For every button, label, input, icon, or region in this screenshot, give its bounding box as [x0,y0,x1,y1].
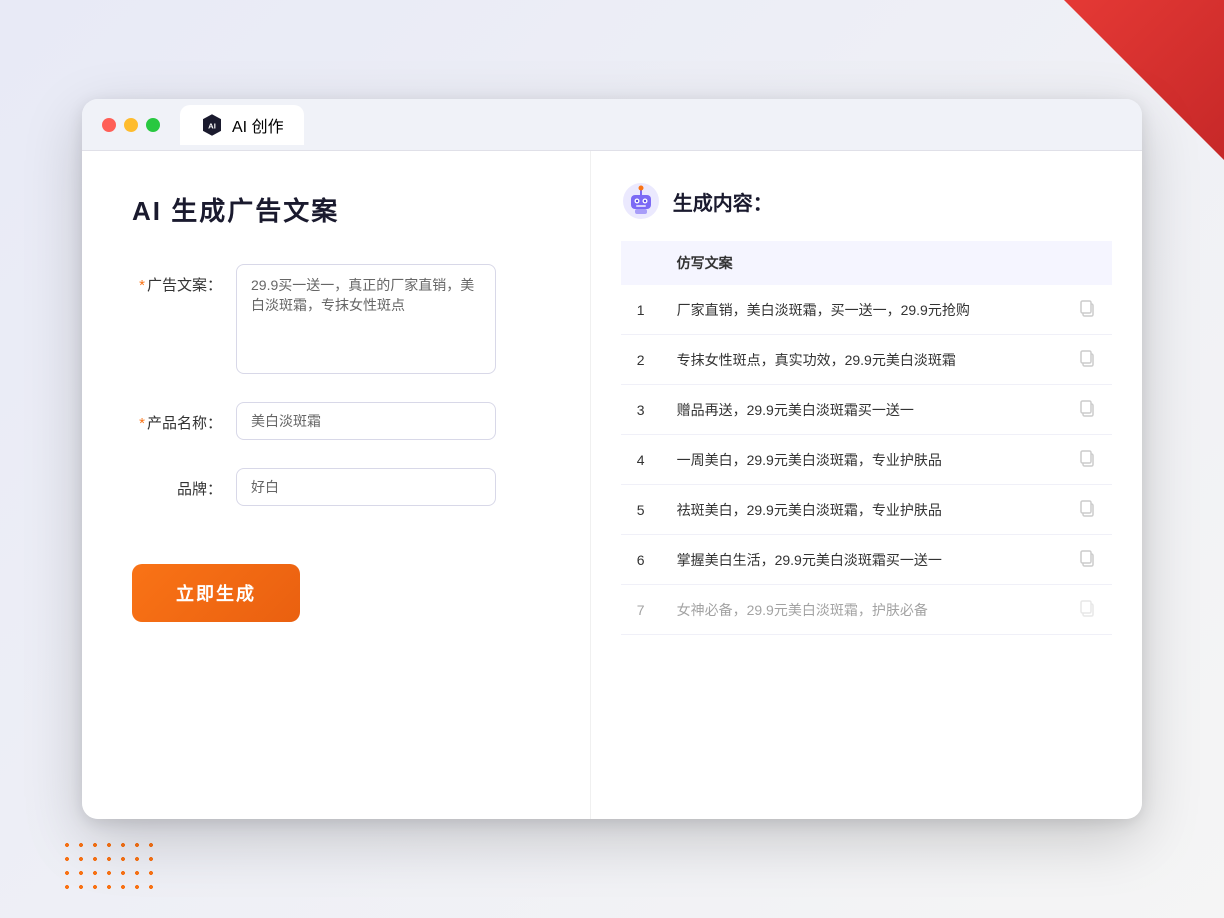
result-title: 生成内容： [673,187,773,216]
row-text: 赠品再送，29.9元美白淡斑霜买一送一 [661,385,1062,435]
ad-copy-required: * [139,277,145,294]
main-content: AI 生成广告文案 *广告文案： 29.9买一送一，真正的厂家直销，美白淡斑霜，… [82,151,1142,819]
traffic-lights [102,118,160,132]
row-number: 3 [621,385,661,435]
browser-window: AI AI 创作 AI 生成广告文案 *广告文案： 29.9买一送一，真正的厂家… [82,99,1142,819]
title-bar: AI AI 创作 [82,99,1142,151]
copy-icon[interactable] [1078,504,1096,520]
col-num [621,241,661,285]
ad-copy-textarea[interactable]: 29.9买一送一，真正的厂家直销，美白淡斑霜，专抹女性斑点 [236,264,496,374]
table-row: 5祛斑美白，29.9元美白淡斑霜，专业护肤品 [621,485,1112,535]
copy-button-cell [1062,285,1112,335]
table-row: 1厂家直销，美白淡斑霜，买一送一，29.9元抢购 [621,285,1112,335]
row-number: 1 [621,285,661,335]
row-number: 7 [621,585,661,635]
result-tbody: 1厂家直销，美白淡斑霜，买一送一，29.9元抢购2专抹女性斑点，真实功效，29.… [621,285,1112,635]
table-row: 2专抹女性斑点，真实功效，29.9元美白淡斑霜 [621,335,1112,385]
result-header: 生成内容： [621,181,1112,221]
robot-icon [621,181,661,221]
product-name-label: *产品名称： [132,402,222,433]
row-number: 6 [621,535,661,585]
brand-input[interactable] [236,468,496,506]
ai-tab[interactable]: AI AI 创作 [180,105,304,145]
col-copy: 仿写文案 [661,241,1062,285]
left-panel: AI 生成广告文案 *广告文案： 29.9买一送一，真正的厂家直销，美白淡斑霜，… [82,151,591,819]
table-row: 4一周美白，29.9元美白淡斑霜，专业护肤品 [621,435,1112,485]
copy-button-cell [1062,485,1112,535]
page-title: AI 生成广告文案 [132,191,540,228]
row-number: 2 [621,335,661,385]
copy-button-cell [1062,435,1112,485]
row-number: 5 [621,485,661,535]
brand-group: 品牌： [132,468,540,506]
decorative-dots [60,838,160,898]
copy-button-cell [1062,585,1112,635]
table-row: 7女神必备，29.9元美白淡斑霜，护肤必备 [621,585,1112,635]
brand-label: 品牌： [132,468,222,499]
copy-icon[interactable] [1078,454,1096,470]
ad-copy-label: *广告文案： [132,264,222,295]
minimize-button[interactable] [124,118,138,132]
row-text: 祛斑美白，29.9元美白淡斑霜，专业护肤品 [661,485,1062,535]
copy-icon[interactable] [1078,554,1096,570]
row-number: 4 [621,435,661,485]
table-row: 6掌握美白生活，29.9元美白淡斑霜买一送一 [621,535,1112,585]
copy-icon[interactable] [1078,404,1096,420]
table-header-row: 仿写文案 [621,241,1112,285]
right-panel: 生成内容： 仿写文案 1厂家直销，美白淡斑霜，买一送一，29.9元抢购2专抹女性… [591,151,1142,819]
product-name-required: * [139,415,145,432]
product-name-group: *产品名称： [132,402,540,440]
copy-icon[interactable] [1078,354,1096,370]
table-row: 3赠品再送，29.9元美白淡斑霜买一送一 [621,385,1112,435]
maximize-button[interactable] [146,118,160,132]
generate-button[interactable]: 立即生成 [132,564,300,622]
row-text: 女神必备，29.9元美白淡斑霜，护肤必备 [661,585,1062,635]
svg-text:AI: AI [208,121,216,130]
close-button[interactable] [102,118,116,132]
row-text: 一周美白，29.9元美白淡斑霜，专业护肤品 [661,435,1062,485]
result-table: 仿写文案 1厂家直销，美白淡斑霜，买一送一，29.9元抢购2专抹女性斑点，真实功… [621,241,1112,635]
col-action [1062,241,1112,285]
product-name-input[interactable] [236,402,496,440]
copy-icon[interactable] [1078,304,1096,320]
copy-button-cell [1062,335,1112,385]
row-text: 厂家直销，美白淡斑霜，买一送一，29.9元抢购 [661,285,1062,335]
row-text: 专抹女性斑点，真实功效，29.9元美白淡斑霜 [661,335,1062,385]
ai-logo-icon: AI [200,113,224,137]
tab-label: AI 创作 [232,113,284,137]
ad-copy-group: *广告文案： 29.9买一送一，真正的厂家直销，美白淡斑霜，专抹女性斑点 [132,264,540,374]
copy-button-cell [1062,385,1112,435]
row-text: 掌握美白生活，29.9元美白淡斑霜买一送一 [661,535,1062,585]
copy-button-cell [1062,535,1112,585]
copy-icon[interactable] [1078,604,1096,620]
